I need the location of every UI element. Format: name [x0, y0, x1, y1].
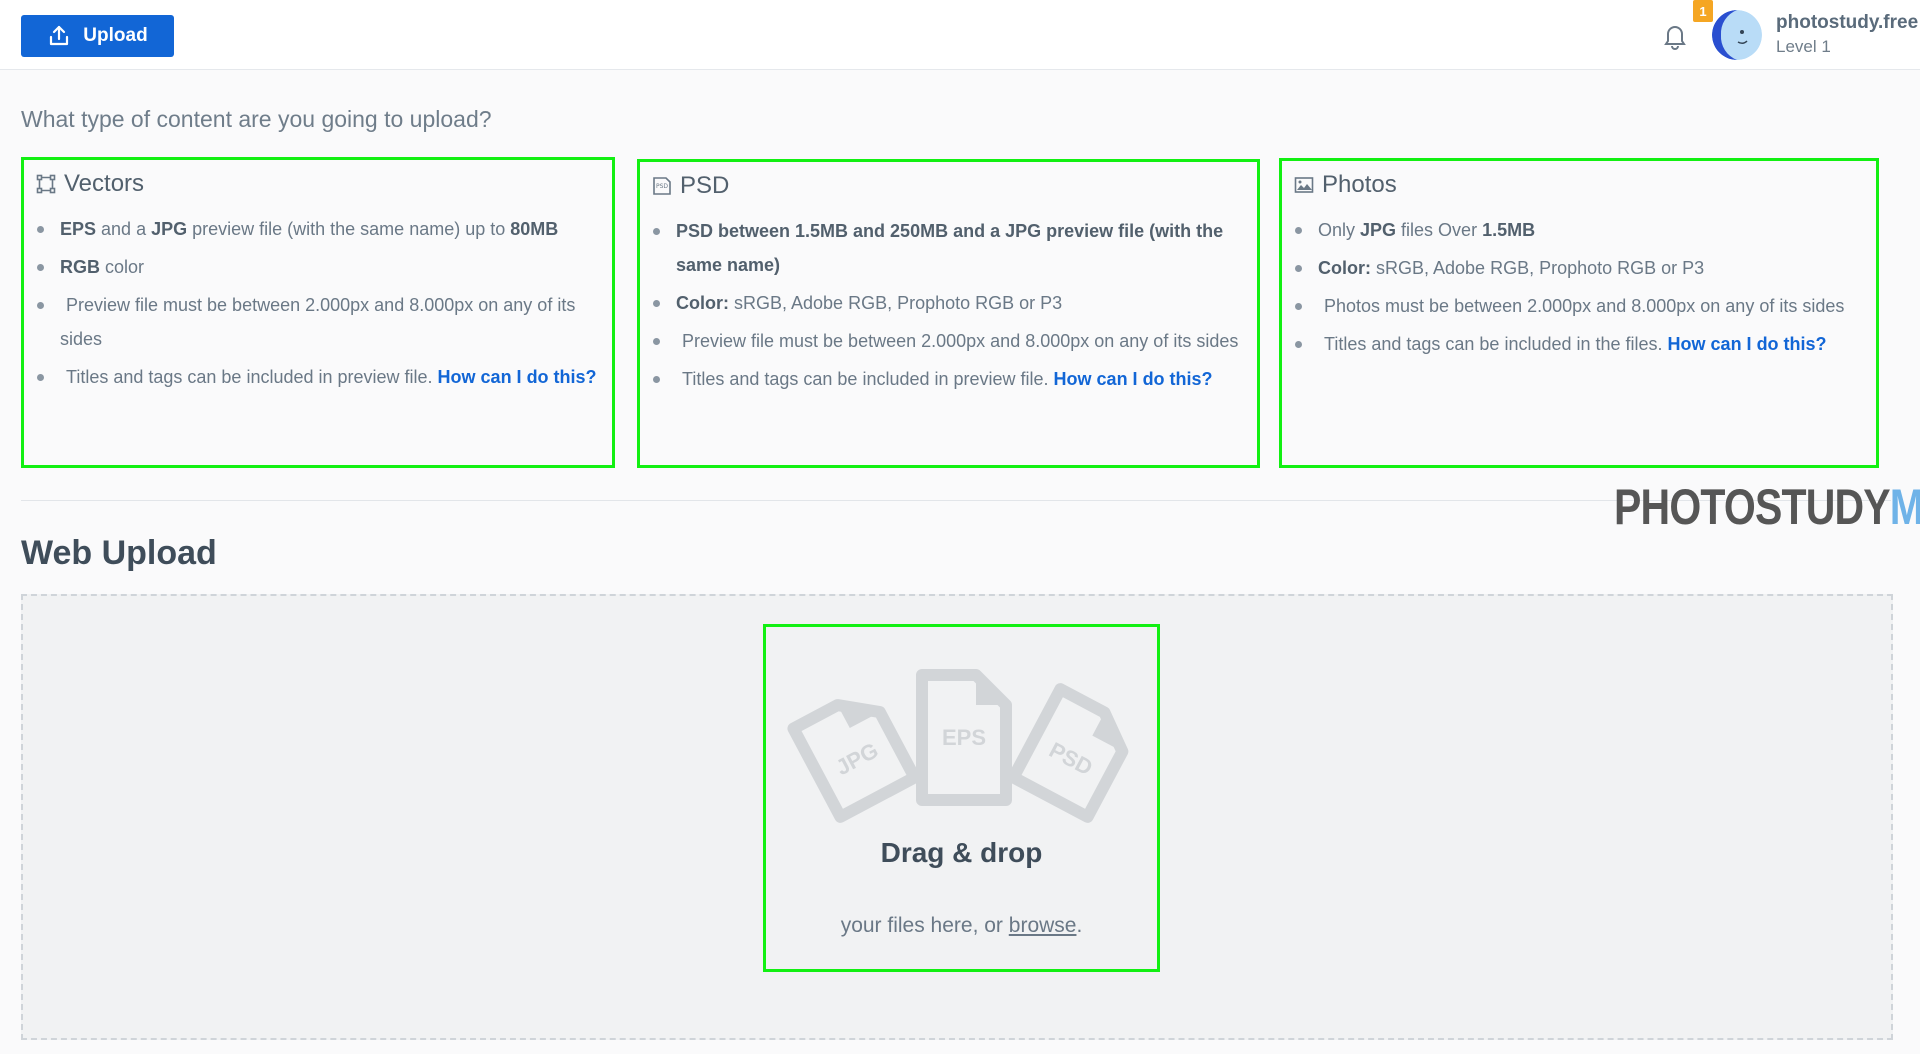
drag-drop-title: Drag & drop [880, 837, 1043, 868]
psd-title-label: PSD [680, 172, 730, 199]
list-item: Preview file must be between 2.000px and… [34, 288, 602, 356]
list-item: EPS and a JPG preview file (with the sam… [34, 212, 602, 246]
svg-text:EPS: EPS [942, 725, 986, 750]
browse-link[interactable]: browse [1009, 914, 1077, 937]
psd-card-title: PSD PSD [652, 172, 1247, 200]
list-item: Preview file must be between 2.000px and… [650, 324, 1247, 358]
list-item: RGB color [34, 250, 602, 284]
list-item: Titles and tags can be included in the f… [1292, 327, 1866, 361]
vectors-card-title: Vectors [36, 170, 602, 198]
drag-drop-subtext: your files here, or browse. [840, 914, 1083, 937]
list-item: Titles and tags can be included in previ… [34, 360, 602, 394]
how-can-i-do-this-link[interactable]: How can I do this? [1054, 369, 1213, 389]
how-can-i-do-this-link[interactable]: How can I do this? [438, 367, 597, 387]
svg-text:PSD: PSD [1045, 737, 1097, 780]
web-upload-title: Web Upload [21, 534, 217, 572]
bell-icon[interactable] [1662, 22, 1688, 50]
vectors-title-label: Vectors [64, 170, 145, 197]
vector-icon [36, 174, 56, 194]
upload-icon [50, 25, 69, 46]
upload-button-label: Upload [83, 25, 148, 46]
psd-file-icon: PSD [653, 177, 671, 195]
image-icon [1294, 177, 1314, 193]
list-item: Color: sRGB, Adobe RGB, Prophoto RGB or … [1292, 251, 1866, 285]
how-can-i-do-this-link[interactable]: How can I do this? [1668, 334, 1827, 354]
avatar[interactable] [1712, 10, 1762, 60]
upload-button[interactable]: Upload [21, 15, 174, 57]
list-item: Photos must be between 2.000px and 8.000… [1292, 289, 1866, 323]
content-type-question: What type of content are you going to up… [21, 106, 492, 132]
vectors-card[interactable]: Vectors EPS and a JPG preview file (with… [21, 157, 615, 468]
brand-watermark: PHOTOSTUDYME [1614, 479, 1920, 535]
svg-text:JPG: JPG [832, 737, 883, 780]
list-item: Color: sRGB, Adobe RGB, Prophoto RGB or … [650, 286, 1247, 320]
drag-drop-area[interactable]: JPG EPS PSD Drag & drop your files here,… [763, 624, 1160, 972]
photos-card-title: Photos [1294, 171, 1866, 199]
psd-card[interactable]: PSD PSD PSD between 1.5MB and 250MB and … [637, 159, 1260, 468]
notification-badge: 1 [1693, 0, 1713, 22]
svg-text:PSD: PSD [656, 183, 668, 190]
list-item: PSD between 1.5MB and 250MB and a JPG pr… [650, 214, 1247, 282]
photos-card[interactable]: Photos Only JPG files Over 1.5MB Color: … [1279, 158, 1879, 468]
username[interactable]: photostudy.free [1776, 12, 1920, 34]
top-bar: Upload 1 photostudy.free Level 1 [0, 0, 1920, 70]
list-item: Titles and tags can be included in previ… [650, 362, 1247, 396]
section-divider [21, 500, 1891, 501]
file-types-icon: JPG EPS PSD [787, 669, 1129, 823]
list-item: Only JPG files Over 1.5MB [1292, 213, 1866, 247]
user-level: Level 1 [1776, 37, 1831, 56]
photos-title-label: Photos [1322, 171, 1397, 198]
